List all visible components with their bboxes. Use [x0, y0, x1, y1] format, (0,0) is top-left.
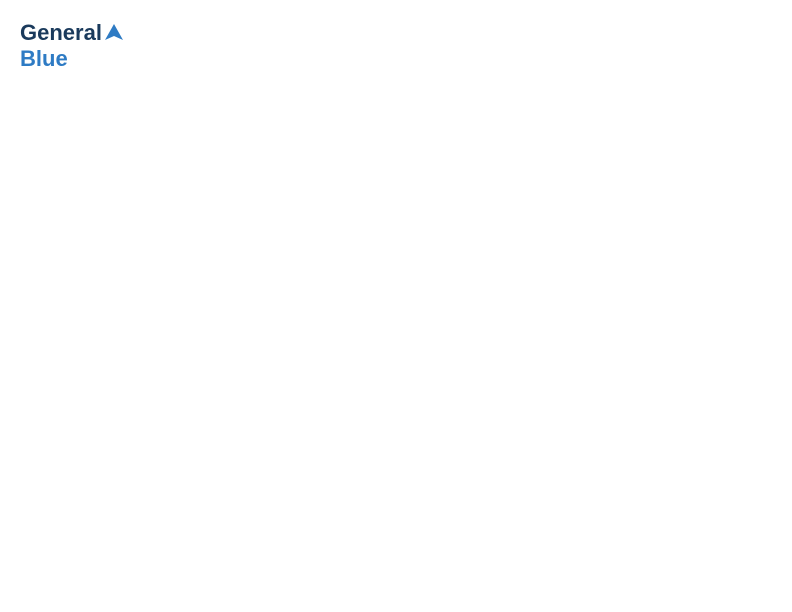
page-header: General Blue	[20, 20, 772, 72]
logo: General Blue	[20, 20, 126, 72]
logo-general: General	[20, 20, 102, 46]
logo-blue: Blue	[20, 46, 68, 71]
logo-bird-icon	[103, 22, 125, 44]
